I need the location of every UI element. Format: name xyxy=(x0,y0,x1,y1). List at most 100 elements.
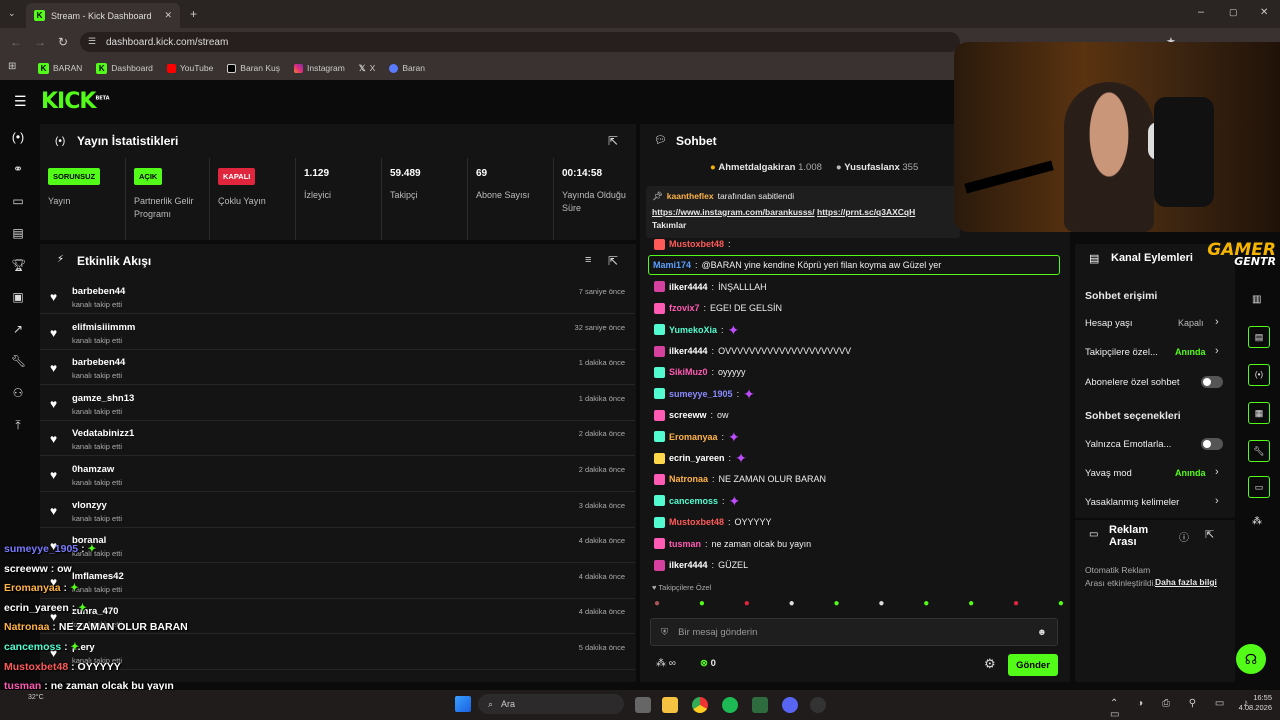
filter-icon[interactable]: ≡ xyxy=(585,254,591,266)
chat-message[interactable]: screeww: ow xyxy=(654,405,729,425)
emote-icon[interactable]: ● xyxy=(1058,598,1064,609)
spotify-icon[interactable] xyxy=(722,697,738,713)
close-window-icon[interactable]: ✕ xyxy=(1260,7,1268,18)
chat-username[interactable]: Natronaa xyxy=(669,474,708,484)
share-tool-icon[interactable]: ⁂ xyxy=(1252,516,1262,527)
activity-item[interactable]: ♥ elifmisiiimmm kanalı takip etti 32 saniye… xyxy=(40,314,635,350)
support-headset-icon[interactable]: ☊ xyxy=(1236,644,1266,674)
emotes-only-toggle[interactable] xyxy=(1201,438,1223,450)
chat-username[interactable]: Mustoxbet48 xyxy=(669,239,724,249)
chat-message[interactable]: Mustoxbet48: xyxy=(654,234,731,254)
chat-message[interactable]: Mami174: @BARAN yine kendine Köprü yeri f… xyxy=(648,255,1060,276)
activity-item[interactable]: ♥ barbeben44 kanalı takip etti 1 dakika önc… xyxy=(40,349,635,386)
copy-icon[interactable]: ▥ xyxy=(1252,294,1261,305)
chat-username[interactable]: ecrin_yareen xyxy=(669,453,725,463)
chat-username[interactable]: Mami174 xyxy=(653,260,691,270)
ad-break-link[interactable]: Daha fazla bilgi xyxy=(1155,577,1217,587)
chat-username[interactable]: cancemoss xyxy=(669,496,718,506)
chrome-icon[interactable] xyxy=(692,697,708,713)
chat-message[interactable]: cancemoss: ✦ xyxy=(654,491,745,511)
upload-nav-icon[interactable]: ⤒ xyxy=(11,418,25,432)
chat-message[interactable]: SikiMuz0: oyyyyy xyxy=(654,362,746,382)
pinned-link-2[interactable]: https://prnt.sc/q3AXCqH xyxy=(817,207,915,217)
storage-tool-icon[interactable]: ▦ xyxy=(1248,402,1270,424)
bookmark-baran[interactable]: K BARAN xyxy=(38,62,82,74)
site-info-icon[interactable]: ☰ xyxy=(88,36,96,47)
weather-widget[interactable]: 32°C xyxy=(28,694,44,701)
chat-input[interactable]: ⛨ Bir mesaj gönderin ☻ xyxy=(650,618,1058,646)
taskbar-search[interactable]: ⌕ Ara xyxy=(478,694,624,714)
chat-username[interactable]: ilker4444 xyxy=(669,346,708,356)
chat-username[interactable]: tusman xyxy=(669,539,701,549)
apps-grid-icon[interactable]: ⊞ xyxy=(8,61,16,72)
chat-message[interactable]: Natronaa: NE ZAMAN OLUR BARAN xyxy=(654,469,826,489)
pinned-link-1[interactable]: https://www.instagram.com/barankusss/ xyxy=(652,207,815,217)
chevron-right-icon[interactable]: › xyxy=(1215,345,1219,357)
wrench-tool-icon[interactable]: 🔧︎ xyxy=(1248,440,1270,462)
chat-username[interactable]: ilker4444 xyxy=(669,282,708,292)
trophy-nav-icon[interactable]: 🏆︎ xyxy=(11,258,26,272)
browser-tab[interactable]: K Stream - Kick Dashboard ✕ xyxy=(26,3,180,28)
kick-logo[interactable]: KICKBETA xyxy=(41,89,110,114)
popout-icon[interactable]: ⇱ xyxy=(1205,528,1214,541)
window-tool-icon[interactable]: ▭ xyxy=(1248,476,1270,498)
chat-username[interactable]: Eromanyaa xyxy=(669,432,718,442)
activity-item[interactable]: ♥ 0hamzaw kanalı takip etti 2 dakika önce xyxy=(40,456,635,492)
subscribers-only-toggle[interactable] xyxy=(1201,376,1223,388)
stream-nav-icon[interactable]: (•) xyxy=(11,130,25,144)
discord-icon[interactable] xyxy=(782,697,798,713)
chat-username[interactable]: sumeyye_1905 xyxy=(669,389,733,399)
emote-icon[interactable]: ● xyxy=(654,598,660,609)
chat-username[interactable]: fzovix7 xyxy=(669,303,700,313)
activity-item[interactable]: ♥ vlonzyy kanalı takip etti 3 dakika önce xyxy=(40,492,635,528)
emote-icon[interactable]: ● xyxy=(744,598,750,609)
bookmark-dashboard[interactable]: K Dashboard xyxy=(96,62,153,74)
bookmark-x[interactable]: 𝕏X xyxy=(359,63,376,74)
chart-nav-icon[interactable]: ↗ xyxy=(11,322,25,336)
activity-item[interactable]: ♥ barbeben44 kanalı takip etti 7 saniye önc… xyxy=(40,278,635,314)
obs-icon[interactable] xyxy=(810,697,826,713)
bookmark-instagram[interactable]: Instagram xyxy=(294,63,345,73)
task-view-icon[interactable] xyxy=(635,697,651,713)
pinned-message[interactable]: 📌︎ kaantheflex tarafından sabitlendi https… xyxy=(646,186,960,238)
chat-message[interactable]: ilker4444: OVVVVVVVVVVVVVVVVVVVVV xyxy=(654,341,851,361)
emote-icon[interactable]: ● xyxy=(789,598,795,609)
media-nav-icon[interactable]: ▣ xyxy=(11,290,25,304)
chevron-right-icon[interactable]: › xyxy=(1215,495,1219,507)
chat-username[interactable]: SikiMuz0 xyxy=(669,367,708,377)
chevron-right-icon[interactable]: › xyxy=(1215,316,1219,328)
emote-icon[interactable]: ● xyxy=(834,598,840,609)
popout-icon[interactable]: ⇱ xyxy=(608,134,618,148)
emote-icon[interactable]: ● xyxy=(1013,598,1019,609)
app-icon[interactable] xyxy=(752,697,768,713)
new-tab-icon[interactable]: + xyxy=(190,7,197,21)
settings-icon-group[interactable]: ⁂ ∞ xyxy=(656,658,676,669)
followers-only-value[interactable]: Anında xyxy=(1175,347,1206,357)
chat-message[interactable]: ecrin_yareen: ✦ xyxy=(654,448,751,468)
bookmark-baran-2[interactable]: Baran xyxy=(389,63,425,73)
link-nav-icon[interactable]: ⚭ xyxy=(11,162,25,176)
back-icon[interactable]: ← xyxy=(10,35,22,49)
emote-icon[interactable]: ● xyxy=(878,598,884,609)
minimize-icon[interactable]: – xyxy=(1198,6,1204,18)
file-explorer-icon[interactable] xyxy=(662,697,678,713)
activity-item[interactable]: ♥ Vedatabinizz1 kanalı takip etti 2 dakika … xyxy=(40,420,635,457)
chat-message[interactable]: Eromanyaa: ✦ xyxy=(654,427,744,447)
emote-icon[interactable]: ● xyxy=(923,598,929,609)
tab-list-chevron-icon[interactable]: ⌄ xyxy=(8,8,16,19)
emote-icon[interactable]: ● xyxy=(699,598,705,609)
tab-close-icon[interactable]: ✕ xyxy=(164,10,172,21)
chat-username[interactable]: ilker4444 xyxy=(669,560,708,570)
chat-message[interactable]: fzovix7: EGE! DE GELSİN xyxy=(654,298,782,318)
chat-message[interactable]: ilker4444: İNŞALLLAH xyxy=(654,277,767,297)
account-age-value[interactable]: Kapalı xyxy=(1178,318,1204,328)
chat-message[interactable]: YumekoXia: ✦ xyxy=(654,320,744,340)
bookmark-youtube[interactable]: YouTube xyxy=(166,63,213,73)
wrench-nav-icon[interactable]: 🔧︎ xyxy=(11,354,26,368)
chat-username[interactable]: YumekoXia xyxy=(669,325,717,335)
window-nav-icon[interactable]: ▭ xyxy=(11,194,25,208)
bookmark-baran-kus[interactable]: Baran Kuş xyxy=(227,63,280,73)
start-button[interactable] xyxy=(455,696,471,712)
chat-tool-icon[interactable]: ▤ xyxy=(1248,326,1270,348)
clock[interactable]: 16:55 4.08.2026 xyxy=(1222,693,1272,713)
